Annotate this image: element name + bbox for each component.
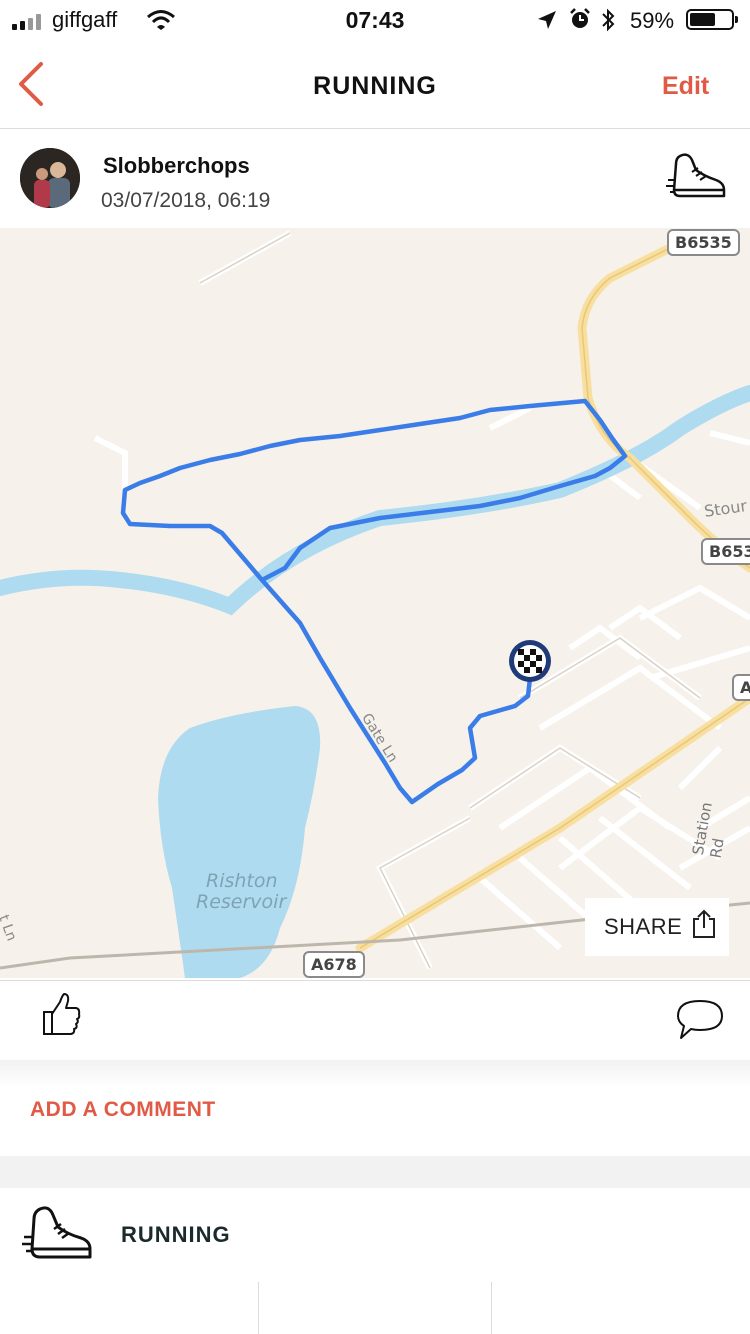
- status-bar: giffgaff 07:43 59%: [0, 0, 750, 40]
- thumbs-up-icon[interactable]: [40, 992, 82, 1036]
- edit-button[interactable]: Edit: [662, 72, 709, 101]
- checkered-flag-icon[interactable]: [509, 640, 551, 682]
- activity-type-label: RUNNING: [121, 1222, 231, 1247]
- route-map[interactable]: B6535 B6535 A678 A Rishton Reservoir Sta…: [0, 228, 750, 978]
- nav-bar: RUNNING Edit: [0, 40, 750, 129]
- share-label[interactable]: SHARE: [604, 914, 682, 940]
- stat-divider: [491, 1282, 492, 1334]
- page-title: RUNNING: [313, 72, 437, 100]
- alarm-icon: [570, 8, 590, 28]
- action-bar: [0, 980, 750, 1061]
- section-separator: [0, 1156, 750, 1188]
- add-comment-button[interactable]: ADD A COMMENT: [30, 1098, 216, 1122]
- reservoir-label-line2: Reservoir: [196, 891, 287, 913]
- road-badge-b6535-right: B6535: [701, 538, 750, 565]
- running-shoe-icon: [666, 153, 726, 198]
- activity-datetime: 03/07/2018, 06:19: [101, 189, 271, 212]
- bluetooth-icon: [602, 8, 615, 32]
- stat-divider: [258, 1282, 259, 1334]
- road-badge-b6535-top: B6535: [667, 229, 740, 256]
- road-badge-a-edge: A: [732, 674, 750, 701]
- running-shoe-icon: [22, 1206, 92, 1259]
- road-badge-a678: A678: [303, 951, 365, 978]
- avatar[interactable]: [20, 148, 80, 208]
- speech-bubble-icon[interactable]: [675, 998, 725, 1042]
- reservoir-label-line1: Rishton: [206, 870, 278, 892]
- reservoir: [158, 706, 321, 978]
- share-icon[interactable]: [691, 909, 717, 939]
- battery-percent: 59%: [630, 8, 675, 33]
- username[interactable]: Slobberchops: [103, 153, 250, 179]
- location-arrow-icon: [538, 11, 556, 29]
- section-separator: [0, 1060, 750, 1088]
- map-canvas: [0, 230, 750, 978]
- battery-icon: [686, 9, 738, 30]
